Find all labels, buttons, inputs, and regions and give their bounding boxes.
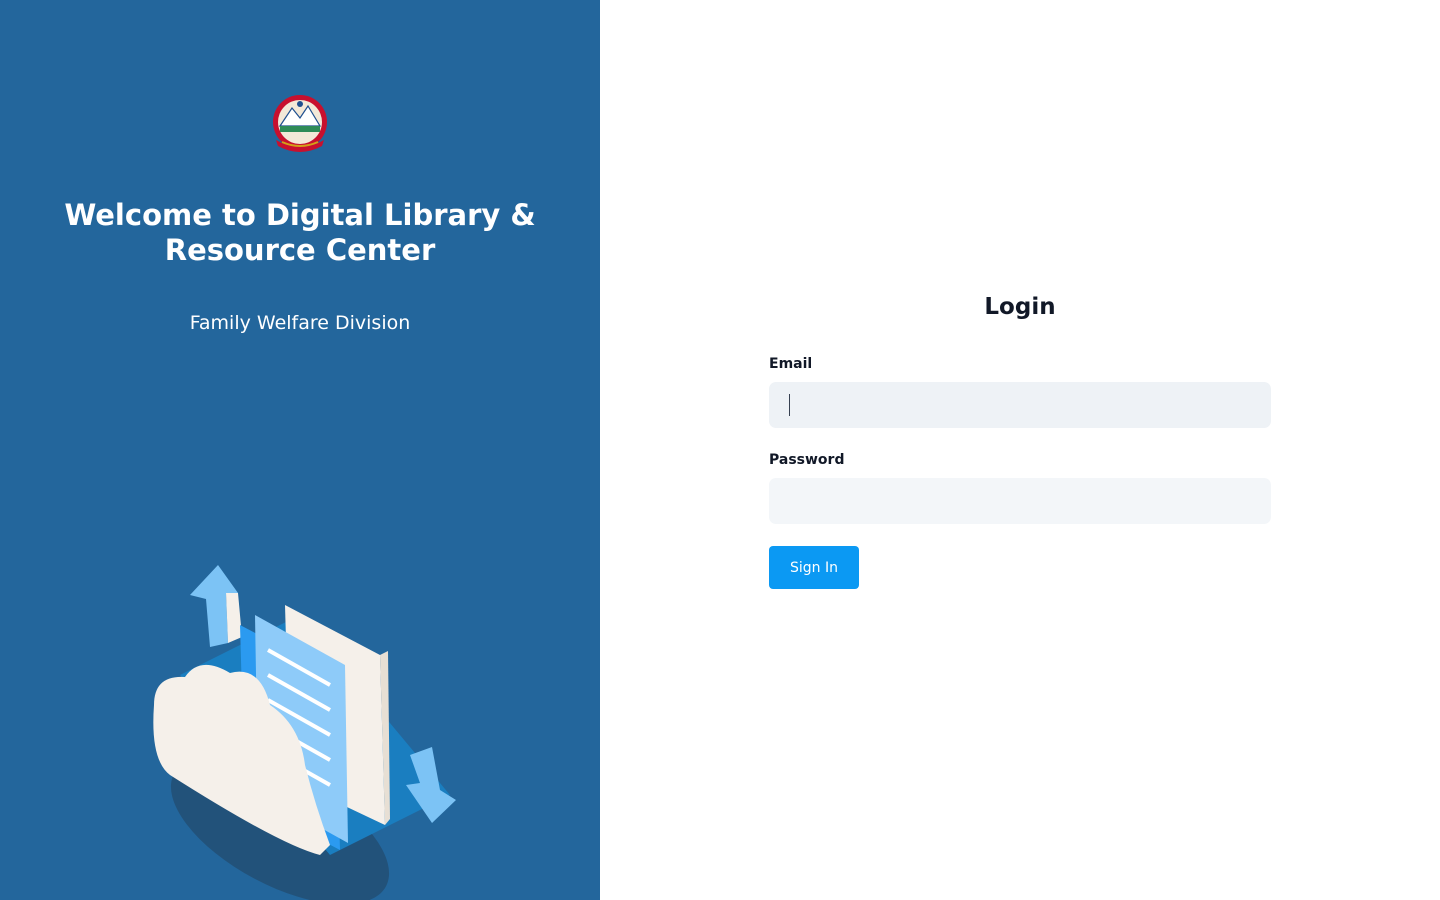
text-caret [789,394,790,416]
welcome-title: Welcome to Digital Library & Resource Ce… [64,198,536,267]
password-field[interactable] [769,478,1271,524]
sign-in-button[interactable]: Sign In [769,546,859,589]
email-label: Email [769,356,813,372]
right-panel: Login Email Password Sign In [600,0,1440,900]
email-field[interactable] [769,382,1271,428]
left-panel: Welcome to Digital Library & Resource Ce… [0,0,600,900]
password-label: Password [769,452,845,468]
login-heading: Login [984,294,1056,320]
login-form: Login Email Password Sign In [769,290,1271,589]
email-field-wrapper [769,382,1271,428]
nepal-emblem-icon [273,95,327,152]
division-name: Family Welfare Division [189,312,411,334]
cloud-documents-icon [153,565,456,900]
